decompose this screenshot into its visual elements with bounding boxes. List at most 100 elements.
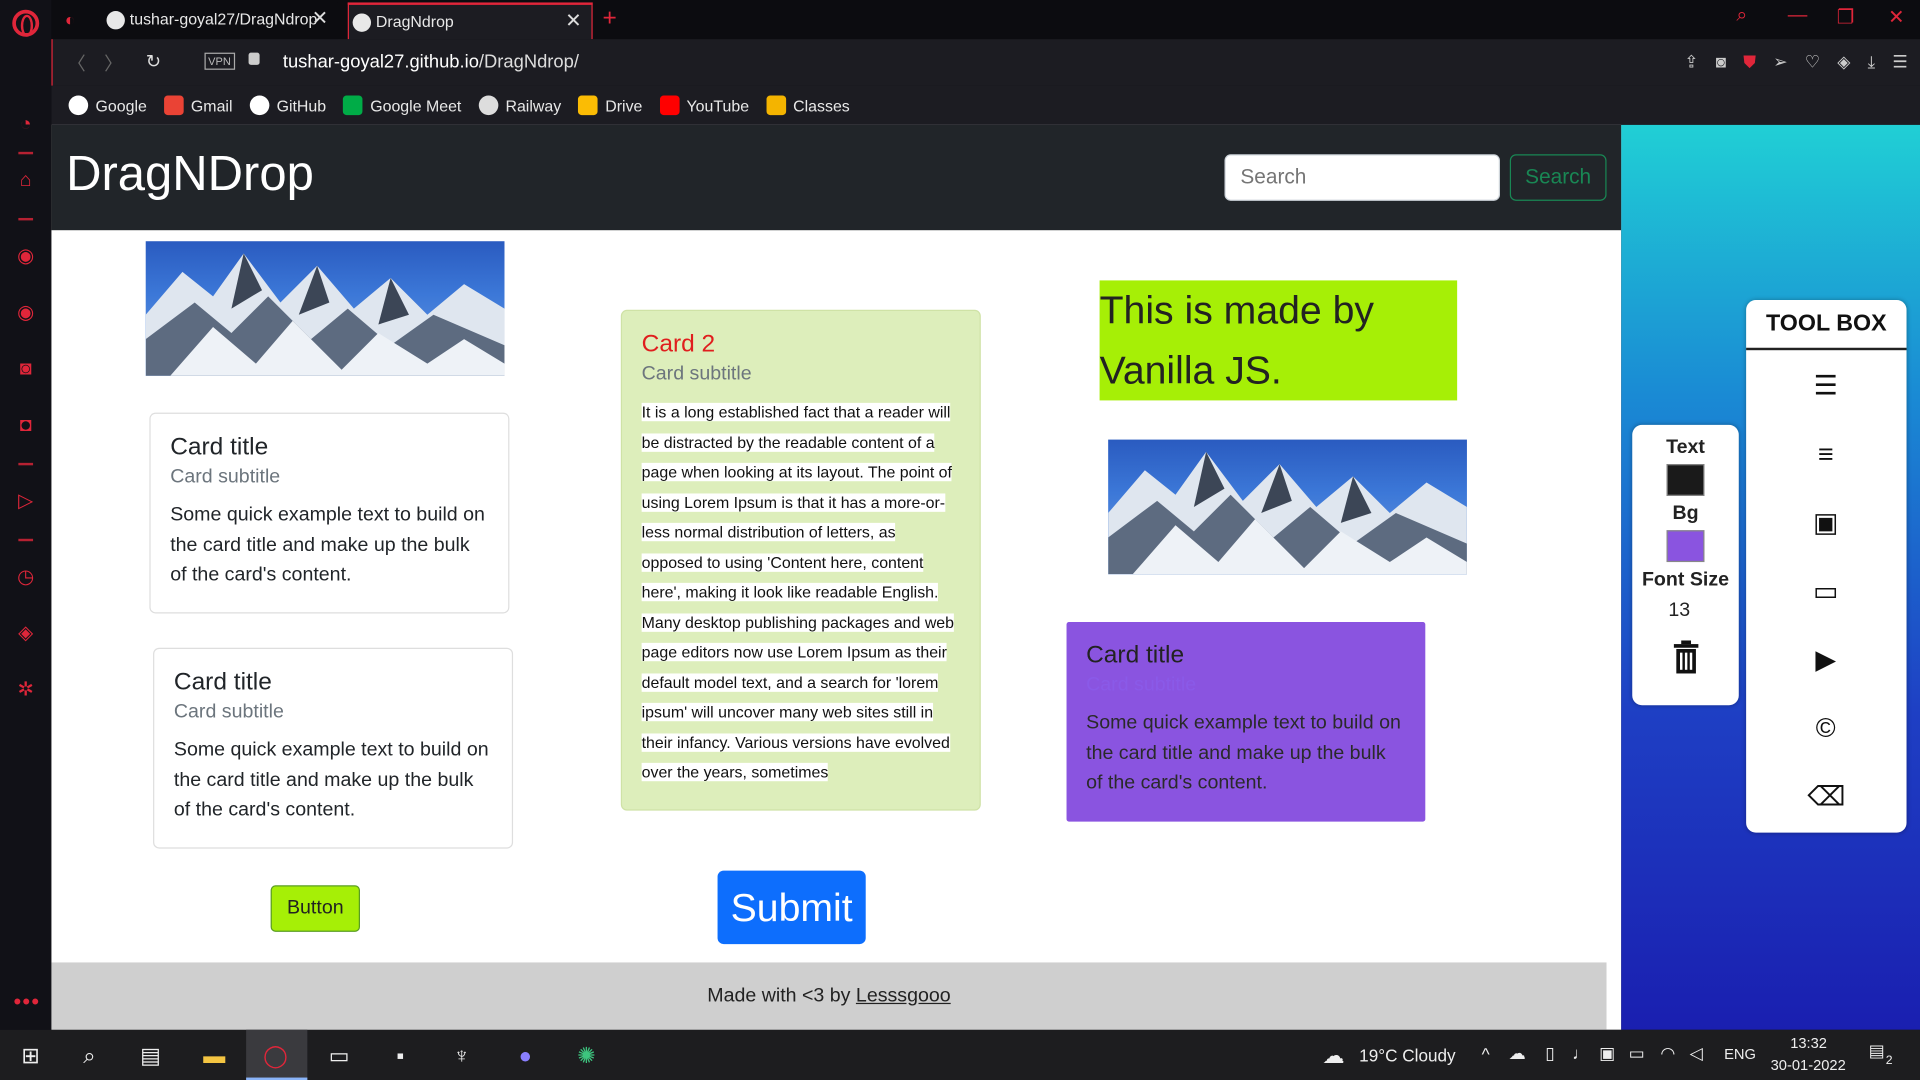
page-navbar: DragNDrop Search xyxy=(51,124,1622,231)
card-purple[interactable]: Card title Card subtitle Some quick exam… xyxy=(1066,622,1426,822)
heart-icon[interactable]: ♡ xyxy=(1805,51,1820,72)
url-field[interactable]: tushar-goyal27.github.io/DragNdrop/ xyxy=(283,51,579,72)
card-icon[interactable]: ▭ xyxy=(1807,573,1844,610)
clock-date[interactable]: 30-01-2022 xyxy=(1771,1057,1846,1074)
microphone-icon[interactable]: ♩ xyxy=(1572,1043,1589,1063)
weather-text[interactable]: 19°C Cloudy xyxy=(1359,1046,1455,1066)
shield-icon[interactable]: ⛊ xyxy=(1743,51,1756,72)
list-icon[interactable]: ☰ xyxy=(1807,367,1844,404)
predator-icon[interactable]: ♆ xyxy=(448,1042,475,1069)
cube-icon[interactable]: ◈ xyxy=(1837,51,1850,72)
file-explorer-icon[interactable]: ▬ xyxy=(201,1042,228,1069)
minimize-icon[interactable]: — xyxy=(1788,5,1808,27)
submit-button[interactable]: Submit xyxy=(717,870,866,945)
bookmark-railway[interactable]: Railway xyxy=(478,95,561,116)
lock-icon[interactable] xyxy=(248,52,260,65)
battery-icon[interactable]: ▭ xyxy=(1629,1043,1645,1064)
task-view-icon[interactable]: ▤ xyxy=(137,1042,164,1069)
sidebar-divider xyxy=(18,538,34,542)
shopping-bag-icon[interactable]: ⌂ xyxy=(13,169,37,193)
extensions-cube-icon[interactable]: ◈ xyxy=(13,622,37,646)
bookmark-google[interactable]: Google xyxy=(68,95,147,116)
tab-github[interactable]: tushar-goyal27/DragNdrop ✕ xyxy=(102,2,338,40)
menu-icon[interactable]: ☰ xyxy=(1892,51,1907,72)
send-icon[interactable]: ➢ xyxy=(1773,51,1787,72)
trash-icon[interactable]: ⌫ xyxy=(1807,779,1845,816)
restore-icon[interactable]: ❐ xyxy=(1837,5,1855,29)
reload-icon[interactable]: ↻ xyxy=(146,50,161,72)
windows-start-icon[interactable]: ⊞ xyxy=(17,1042,44,1069)
card-subtitle: Card subtitle xyxy=(170,466,281,488)
sidebar-divider xyxy=(18,217,34,221)
volume-icon[interactable]: ◁ xyxy=(1690,1043,1703,1064)
text-color-picker[interactable] xyxy=(1666,464,1705,496)
whatsapp-icon[interactable]: ◉ xyxy=(13,301,37,325)
bookmark-github[interactable]: GitHub xyxy=(249,95,326,116)
card-left-2[interactable]: Card title Card subtitle Some quick exam… xyxy=(153,647,514,849)
bookmark-youtube[interactable]: YouTube xyxy=(659,95,749,116)
settings-gear-icon[interactable]: ✲ xyxy=(13,678,37,702)
onedrive-icon[interactable]: ☁ xyxy=(1509,1043,1526,1064)
footer-link[interactable]: Lesssgooo xyxy=(856,986,951,1007)
weather-cloud-icon[interactable]: ☁ xyxy=(1320,1042,1347,1069)
new-tab-icon[interactable]: + xyxy=(602,5,616,33)
mountain-image-graphic xyxy=(1108,451,1467,575)
back-icon[interactable]: 〈 xyxy=(67,50,85,76)
share-icon[interactable]: ⇪ xyxy=(1684,51,1698,72)
camera-icon[interactable]: ◙ xyxy=(1716,51,1726,72)
image-icon[interactable]: ▣ xyxy=(1807,504,1844,541)
speed-dial-icon[interactable]: ◔ xyxy=(13,113,37,137)
bg-color-picker[interactable] xyxy=(1666,530,1705,563)
terminal-icon[interactable]: ▪ xyxy=(387,1042,414,1069)
copyright-icon[interactable]: © xyxy=(1807,710,1844,747)
opera-taskbar-icon[interactable]: ◯ xyxy=(262,1042,289,1069)
display-icon[interactable]: ▣ xyxy=(1599,1043,1615,1064)
bookmark-google-meet[interactable]: Google Meet xyxy=(343,95,461,116)
search-input[interactable] xyxy=(1224,154,1501,201)
search-tabs-icon[interactable]: ⌕ xyxy=(1736,5,1747,27)
card-2[interactable]: Card 2 Card subtitle It is a long establ… xyxy=(620,309,981,811)
gamepad-icon[interactable]: ◐ xyxy=(65,10,85,30)
bookmark-drive[interactable]: Drive xyxy=(578,95,642,116)
language-indicator[interactable]: ENG xyxy=(1724,1046,1756,1063)
search-button[interactable]: Search xyxy=(1509,154,1607,201)
trash-icon[interactable] xyxy=(1671,640,1700,674)
device-icon[interactable]: ▯ xyxy=(1545,1043,1554,1064)
notifications-icon[interactable]: ▤ xyxy=(1869,1041,1885,1062)
tab-dragndrop[interactable]: DragNdrop ✕ xyxy=(347,2,593,40)
font-size-input[interactable]: 13 xyxy=(1663,596,1707,630)
align-center-icon[interactable]: ≡ xyxy=(1807,436,1844,473)
tray-chevron-icon[interactable]: ^ xyxy=(1482,1044,1490,1064)
play-icon[interactable]: ▶ xyxy=(1807,642,1844,679)
bookmark-gmail[interactable]: Gmail xyxy=(163,95,233,116)
card-left-1[interactable]: Card title Card subtitle Some quick exam… xyxy=(149,412,510,614)
vanilla-text-block[interactable]: This is made by Vanilla JS. xyxy=(1099,280,1458,401)
mountain-image[interactable] xyxy=(1108,439,1467,575)
wifi-icon[interactable]: ◠ xyxy=(1660,1043,1675,1064)
discord-taskbar-icon[interactable]: ● xyxy=(512,1042,539,1069)
app-icon[interactable]: ✺ xyxy=(573,1042,600,1069)
close-tab-icon[interactable]: ✕ xyxy=(565,5,581,39)
brand-title[interactable]: DragNDrop xyxy=(66,147,314,202)
close-tab-icon[interactable]: ✕ xyxy=(312,2,328,36)
search-icon[interactable]: ⌕ xyxy=(76,1042,103,1069)
vpn-badge[interactable]: VPN xyxy=(204,52,235,70)
player-icon[interactable]: ▷ xyxy=(13,490,37,514)
instagram-icon[interactable]: ◙ xyxy=(13,358,37,382)
forward-icon[interactable]: 〉 xyxy=(104,50,122,76)
green-button[interactable]: Button xyxy=(270,885,361,932)
tab-bar: ◐ tushar-goyal27/DragNdrop ✕ DragNdrop ✕… xyxy=(51,0,1920,40)
discord-icon[interactable]: ◘ xyxy=(13,414,37,438)
messenger-icon[interactable]: ◉ xyxy=(13,245,37,269)
desktop-app-icon[interactable]: ▭ xyxy=(326,1042,353,1069)
close-window-icon[interactable]: ✕ xyxy=(1888,5,1904,29)
clock-time[interactable]: 13:32 xyxy=(1790,1035,1827,1052)
more-dots-icon[interactable]: ••• xyxy=(13,989,40,1015)
download-icon[interactable]: ⤓ xyxy=(1868,51,1876,72)
mountain-image[interactable] xyxy=(145,241,505,376)
opera-logo-icon[interactable] xyxy=(12,9,40,37)
bg-color-label: Bg xyxy=(1672,503,1699,525)
bookmark-classes[interactable]: Classes xyxy=(766,95,850,116)
history-icon[interactable]: ◷ xyxy=(13,566,37,590)
card-text: Some quick example text to build on the … xyxy=(173,739,489,821)
